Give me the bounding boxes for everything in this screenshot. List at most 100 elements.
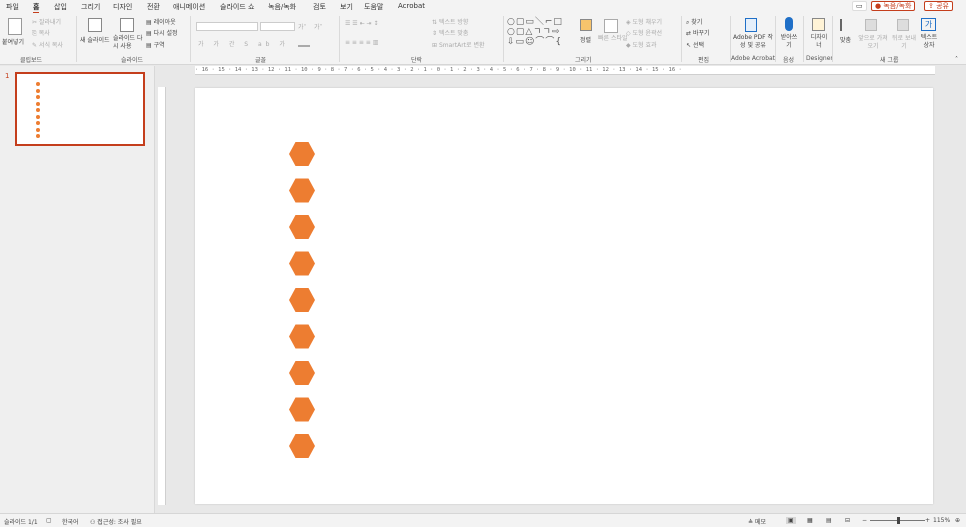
reuse-slides-icon[interactable] (120, 18, 134, 32)
textbox-icon[interactable]: 가 (921, 18, 936, 31)
textbox-button[interactable]: 텍스트 상자 (918, 34, 940, 50)
font-size-field[interactable] (260, 22, 295, 31)
slide-thumbnail[interactable] (15, 72, 145, 146)
list-buttons[interactable]: ☰ ☰ ⇤ ⇥ ↕ (345, 20, 378, 27)
arrange-icon[interactable] (580, 19, 592, 31)
format-painter-button[interactable]: ✎ 서식 복사 (32, 40, 63, 49)
notes-button[interactable]: ≜ 메모 (748, 517, 766, 526)
collapse-ribbon-icon[interactable]: ˄ (955, 56, 958, 63)
designer-button[interactable]: 디자이너 (809, 34, 829, 50)
thumbnail-hexagon (36, 114, 40, 119)
adobe-pdf-icon[interactable] (745, 18, 757, 32)
send-backward-icon[interactable] (897, 19, 909, 31)
drawing-group-label: 그리기 (575, 57, 592, 64)
send-backward-button[interactable]: 뒤로 보내기 (891, 35, 917, 51)
hexagon-shape[interactable] (289, 251, 315, 276)
select-button[interactable]: ↖ 선택 (686, 40, 704, 49)
align-buttons[interactable]: ≡ ≡ ≡ ≡ ▥ (345, 39, 378, 46)
text-direction-button[interactable]: ⇅ 텍스트 방향 (432, 17, 468, 26)
reuse-slides-button[interactable]: 슬라이드 다시 사용 (113, 35, 145, 51)
align-text-label: 텍스트 맞춤 (438, 30, 469, 37)
section-button[interactable]: ▤ 구역 (146, 40, 165, 49)
reset-label: 다시 설정 (153, 30, 178, 37)
hexagon-shape[interactable] (289, 397, 315, 422)
arrange-button[interactable]: 정렬 (580, 35, 591, 44)
bring-forward-icon[interactable] (865, 19, 877, 31)
new-slide-icon[interactable] (88, 18, 102, 32)
tab-draw[interactable]: 그리기 (81, 2, 100, 12)
grow-font-button[interactable]: 가˄ (298, 22, 307, 31)
cut-button[interactable]: ✂ 잘라내기 (32, 17, 61, 26)
font-color-icon[interactable] (298, 39, 310, 47)
font-name-field[interactable] (196, 22, 258, 31)
tab-file[interactable]: 파일 (6, 2, 19, 12)
paste-icon[interactable] (8, 18, 22, 35)
reset-button[interactable]: ▤ 다시 설정 (146, 28, 178, 37)
horizontal-ruler-ticks: · 16 · 15 · 14 · 13 · 12 · 11 · 10 · 9 ·… (195, 67, 682, 73)
reading-view-icon[interactable]: ▤ (826, 517, 832, 524)
tab-record[interactable]: 녹음/녹화 (268, 2, 296, 12)
share-button[interactable]: ⇪ 공유 (924, 1, 953, 11)
font-style-buttons[interactable]: 가 가 간 S ab 가 (198, 39, 289, 48)
zoom-slider-thumb[interactable] (897, 517, 900, 524)
slideshow-icon[interactable]: ⊟ (845, 517, 850, 524)
bring-forward-button[interactable]: 앞으로 가져오기 (858, 35, 888, 51)
hexagon-shape[interactable] (289, 178, 315, 203)
fit-to-window-icon[interactable]: ⊕ (955, 517, 960, 524)
tab-view[interactable]: 보기 (340, 2, 353, 12)
shrink-font-button[interactable]: 가˅ (314, 22, 323, 31)
align-text-button[interactable]: ⇕ 텍스트 맞춤 (432, 28, 468, 37)
shape-effects-button[interactable]: ◆ 도형 효과 (626, 40, 657, 49)
separator (803, 16, 804, 62)
tab-insert[interactable]: 삽입 (54, 2, 67, 12)
paste-button[interactable]: 붙여넣기 (2, 37, 24, 46)
quick-styles-button[interactable]: 빠른 스타일 (598, 35, 628, 43)
slide-canvas[interactable] (195, 88, 933, 504)
tab-help[interactable]: 도움말 (364, 2, 383, 12)
normal-view-icon[interactable]: ▣ (786, 517, 796, 524)
slide-sorter-icon[interactable]: ▦ (807, 517, 813, 524)
thumbnail-hexagon (36, 134, 40, 138)
newgroup-label: 새 그룹 (880, 57, 899, 64)
dictate-button[interactable]: 받아쓰기 (779, 34, 799, 50)
record-button[interactable]: ● 녹음/녹화 (871, 1, 916, 11)
align-button[interactable]: 맞춤 (840, 35, 851, 44)
designer-icon[interactable] (812, 18, 825, 31)
layout-button[interactable]: ▤ 레이아웃 (146, 17, 176, 26)
hexagon-shape[interactable] (289, 324, 315, 349)
find-button[interactable]: ⌕ 찾기 (686, 17, 702, 27)
tab-slideshow[interactable]: 슬라이드 쇼 (220, 2, 254, 12)
shapes-gallery[interactable]: ○▢▭＼⌐□ ○▢△ㄱㄱ⇨ ⇩▭☺⌒⌒{ (507, 17, 577, 47)
align-icon[interactable] (840, 19, 852, 31)
layout-label: 레이아웃 (153, 19, 176, 26)
thumbnail-hexagon (36, 121, 40, 125)
tab-review[interactable]: 검토 (313, 2, 326, 12)
zoom-out-button[interactable]: − (862, 517, 867, 524)
smartart-button[interactable]: ⊞ SmartArt로 변환 (432, 40, 484, 49)
thumbnail-hexagon (36, 108, 40, 112)
hexagon-shape[interactable] (289, 434, 315, 458)
comments-icon[interactable]: ▭ (852, 1, 867, 11)
create-pdf-button[interactable]: Adobe PDF 작성 및 공유 (733, 34, 773, 50)
zoom-in-button[interactable]: + (925, 517, 930, 524)
zoom-level[interactable]: 115% (933, 517, 950, 524)
shape-fill-label: 도형 채우기 (632, 19, 663, 26)
accessibility-status[interactable]: ⚇ 접근성: 조사 필요 (90, 517, 142, 526)
hexagon-shape[interactable] (289, 288, 315, 312)
hexagon-shape[interactable] (289, 361, 315, 385)
new-slide-button[interactable]: 새 슬라이드 (80, 35, 110, 44)
tab-transitions[interactable]: 전환 (147, 2, 160, 12)
hexagon-shape[interactable] (289, 142, 315, 166)
replace-button[interactable]: ⇄ 바꾸기 (686, 28, 710, 37)
tab-animations[interactable]: 애니메이션 (173, 2, 205, 12)
copy-button[interactable]: ⎘ 복사 (32, 28, 50, 38)
spellcheck-icon[interactable]: ▢ (46, 517, 52, 524)
shape-fill-button[interactable]: ◈ 도형 채우기 (626, 17, 662, 26)
tab-design[interactable]: 디자인 (113, 2, 132, 12)
language-status[interactable]: 한국어 (62, 517, 79, 526)
shape-outline-button[interactable]: ◇ 도형 윤곽선 (626, 28, 662, 37)
hexagon-shape[interactable] (289, 215, 315, 239)
microphone-icon[interactable] (785, 17, 793, 31)
tab-acrobat[interactable]: Acrobat (398, 2, 425, 10)
quick-styles-icon[interactable] (604, 19, 618, 33)
